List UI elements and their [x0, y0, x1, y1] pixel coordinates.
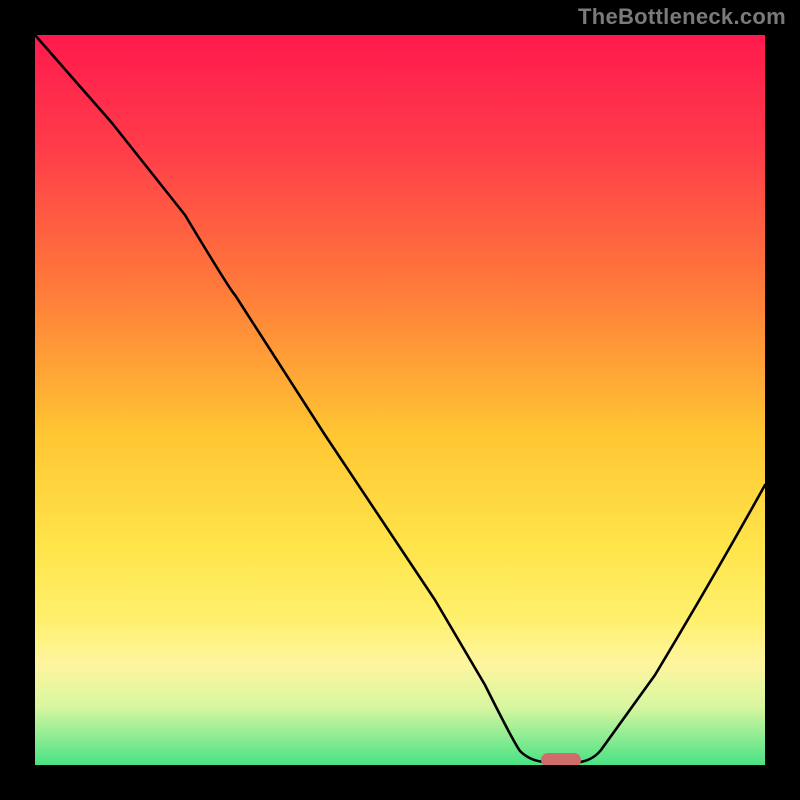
watermark-text: TheBottleneck.com — [578, 4, 786, 30]
chart-overlay — [35, 35, 765, 765]
chart-plot-area — [35, 35, 765, 765]
marker-optimal — [541, 753, 581, 765]
chart-frame: TheBottleneck.com — [0, 0, 800, 800]
bottleneck-curve — [35, 35, 765, 762]
